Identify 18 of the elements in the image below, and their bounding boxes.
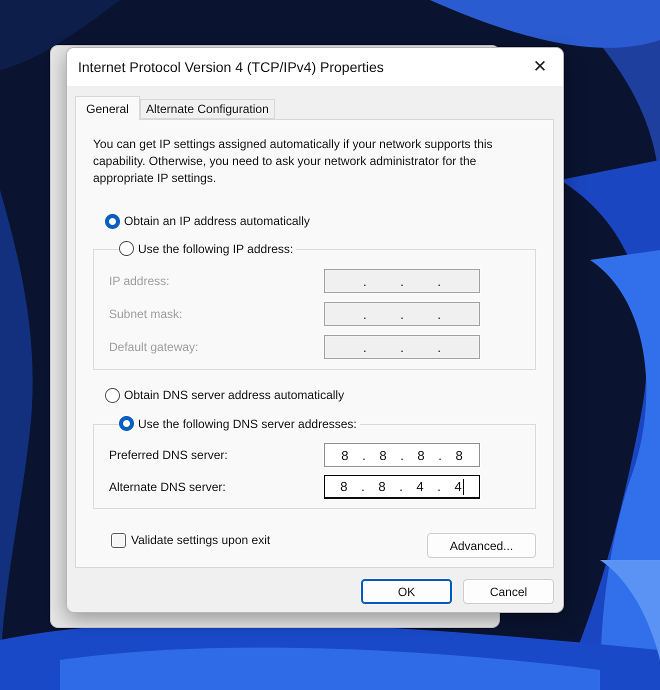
dialog-button[interactable]: Cancel	[463, 579, 554, 604]
ip-address-field[interactable]: 8 . 8 . 8 . 8	[324, 443, 480, 467]
dialog-button[interactable]: OK	[361, 579, 452, 604]
advanced-button[interactable]: Advanced...	[427, 533, 536, 558]
close-button[interactable]: ✕	[517, 48, 563, 86]
radio-button[interactable]: Obtain DNS server address automatically	[105, 386, 348, 404]
field-label: Preferred DNS server:	[109, 448, 228, 462]
tab[interactable]: Alternate Configuration	[140, 99, 275, 119]
tab[interactable]: General	[75, 96, 140, 120]
description-text: You can get IP settings assigned automatically if your network supports this capability. Otherwise, you need to ask your network administrator for the appropriate IP settings.	[93, 136, 494, 187]
field-label: Default gateway:	[109, 340, 198, 354]
field-label: Alternate DNS server:	[109, 480, 226, 494]
ip-address-field[interactable]: 8 . 8 . 4 . 4	[324, 475, 480, 499]
checkbox[interactable]: Validate settings upon exit	[111, 532, 270, 548]
field-label: IP address:	[109, 274, 170, 288]
radio-button[interactable]: Obtain an IP address automatically	[105, 212, 313, 230]
window-title: Internet Protocol Version 4 (TCP/IPv4) Properties	[78, 59, 384, 75]
field-label: Subnet mask:	[109, 307, 182, 321]
